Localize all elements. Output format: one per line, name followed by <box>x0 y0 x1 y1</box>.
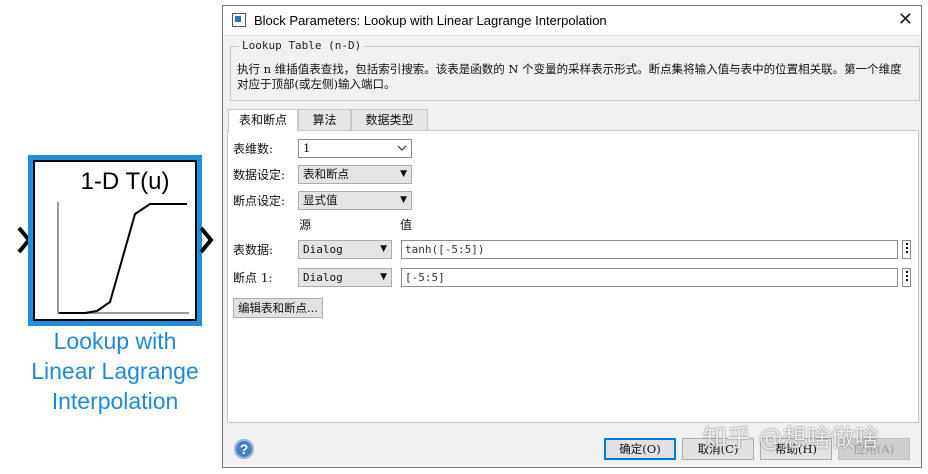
app-icon <box>232 13 246 27</box>
value-column-header: 值 <box>400 218 413 232</box>
block-name-line-2: Linear Lagrange <box>31 358 199 384</box>
source-column-header: 源 <box>299 218 312 232</box>
block-icon-title: 1-D T(u) <box>80 168 170 195</box>
dropdown-arrow-icon: ▼ <box>380 272 387 282</box>
chevron-down-icon <box>397 145 407 151</box>
lookup-curve-icon <box>57 202 189 314</box>
block-body: 1-D T(u) <box>33 160 197 321</box>
data-spec-label: 数据设定: <box>233 168 286 182</box>
breakpoints-1-source-select[interactable]: Dialog ▼ <box>298 268 392 287</box>
more-options-icon[interactable] <box>902 268 911 287</box>
table-dims-label: 表维数: <box>233 142 274 156</box>
tab-algorithm[interactable]: 算法 <box>298 109 351 131</box>
dialog-title: Block Parameters: Lookup with Linear Lag… <box>254 13 607 28</box>
block-name-line-3: Interpolation <box>51 388 179 414</box>
table-data-source-select[interactable]: Dialog ▼ <box>298 240 392 259</box>
group-label: Lookup Table (n-D) <box>239 39 365 52</box>
dropdown-arrow-icon: ▼ <box>380 244 387 254</box>
tab-data-types[interactable]: 数据类型 <box>351 109 428 131</box>
block-description: 执行 n 维插值表查找，包括索引搜索。该表是函数的 N 个变量的采样表示形式。断… <box>237 62 902 91</box>
dropdown-arrow-icon: ▼ <box>400 195 407 205</box>
tab-panel: 表维数: 1 数据设定: 表和断点 ▼ 断点设定: 显式值 ▼ 源 值 表数据:… <box>227 130 919 423</box>
breakpoints-1-input[interactable]: [-5:5] <box>401 268 898 287</box>
bp-spec-select[interactable]: 显式值 ▼ <box>298 191 412 210</box>
cancel-button[interactable]: 取消(C) <box>682 438 754 460</box>
data-spec-value: 表和断点 <box>303 167 349 181</box>
help-icon[interactable]: ? <box>234 439 254 459</box>
apply-button: 应用(A) <box>838 438 910 460</box>
data-spec-select[interactable]: 表和断点 ▼ <box>298 165 412 184</box>
edit-table-breakpoints-button[interactable]: 编辑表和断点... <box>233 298 323 318</box>
more-options-icon[interactable] <box>902 240 911 259</box>
block-name-line-1: Lookup with <box>53 328 177 354</box>
bp-spec-label: 断点设定: <box>233 194 286 208</box>
breakpoints-1-label: 断点 1: <box>233 271 273 285</box>
table-dims-value: 1 <box>303 141 311 155</box>
tab-table-and-breakpoints[interactable]: 表和断点 <box>228 109 298 132</box>
block-parameters-dialog: Block Parameters: Lookup with Linear Lag… <box>222 5 922 468</box>
close-icon[interactable]: ✕ <box>898 10 913 30</box>
description-group: Lookup Table (n-D) 执行 n 维插值表查找，包括索引搜索。该表… <box>230 39 920 101</box>
help-button[interactable]: 帮助(H) <box>760 438 832 460</box>
dropdown-arrow-icon: ▼ <box>400 169 407 179</box>
table-dims-select[interactable]: 1 <box>298 139 412 158</box>
output-port-arrow <box>199 226 213 254</box>
ok-button[interactable]: 确定(O) <box>604 438 676 460</box>
bp-spec-value: 显式值 <box>303 193 338 207</box>
table-data-source-value: Dialog <box>303 243 343 256</box>
lookup-block[interactable]: 1-D T(u) <box>28 155 202 326</box>
block-name-label[interactable]: Lookup with Linear Lagrange Interpolatio… <box>0 326 230 416</box>
dialog-titlebar[interactable]: Block Parameters: Lookup with Linear Lag… <box>223 6 921 36</box>
table-data-label: 表数据: <box>233 243 274 257</box>
table-data-input[interactable]: tanh([-5:5]) <box>401 240 898 259</box>
breakpoints-1-source-value: Dialog <box>303 271 343 284</box>
